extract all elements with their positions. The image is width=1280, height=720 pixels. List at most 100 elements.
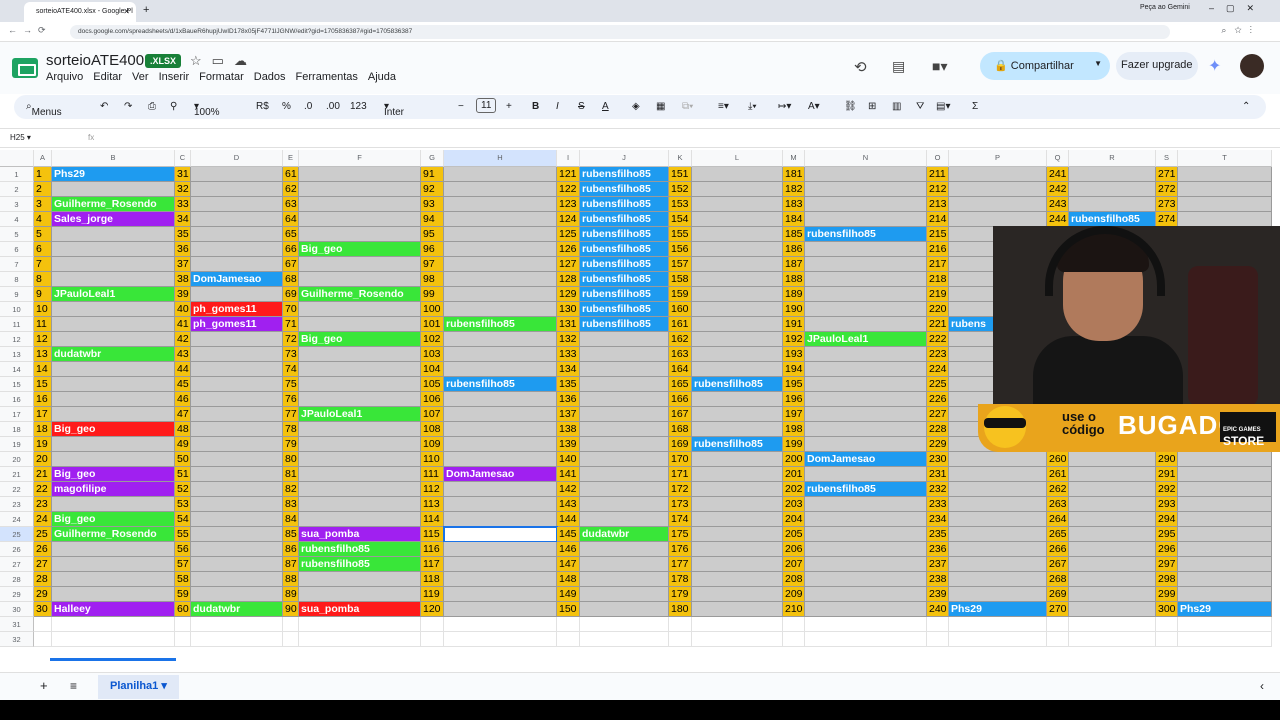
table-cell[interactable] <box>783 617 805 632</box>
table-cell[interactable] <box>805 257 927 272</box>
table-cell[interactable]: 265 <box>1047 527 1069 542</box>
table-cell[interactable]: 108 <box>421 422 444 437</box>
table-cell[interactable]: 13 <box>34 347 52 362</box>
table-cell[interactable]: 215 <box>927 227 949 242</box>
table-cell[interactable]: 220 <box>927 302 949 317</box>
table-cell[interactable]: 2 <box>34 182 52 197</box>
table-cell[interactable]: 268 <box>1047 572 1069 587</box>
table-cell[interactable] <box>580 467 669 482</box>
table-cell[interactable] <box>927 617 949 632</box>
share-button[interactable]: 🔒 Compartilhar ▼ <box>980 52 1110 80</box>
table-cell[interactable] <box>444 362 557 377</box>
table-cell[interactable]: rubensfilho85 <box>580 197 669 212</box>
table-cell[interactable]: 144 <box>557 512 580 527</box>
table-cell[interactable]: 59 <box>175 587 191 602</box>
table-cell[interactable]: 174 <box>669 512 692 527</box>
table-cell[interactable] <box>1156 632 1178 647</box>
table-cell[interactable]: 82 <box>283 482 299 497</box>
table-cell[interactable] <box>1069 497 1156 512</box>
table-cell[interactable]: 159 <box>669 287 692 302</box>
table-cell[interactable]: 183 <box>783 197 805 212</box>
table-cell[interactable] <box>580 542 669 557</box>
table-cell[interactable] <box>949 572 1047 587</box>
table-cell[interactable]: 214 <box>927 212 949 227</box>
browser-actions[interactable]: ⌕☆⋮ <box>1221 25 1260 36</box>
table-cell[interactable]: 242 <box>1047 182 1069 197</box>
row-header[interactable]: 8 <box>0 272 34 287</box>
column-header-m[interactable]: M <box>783 150 805 167</box>
table-cell[interactable] <box>805 197 927 212</box>
table-cell[interactable]: 290 <box>1156 452 1178 467</box>
table-cell[interactable] <box>191 422 283 437</box>
table-cell[interactable]: Big_geo <box>299 332 421 347</box>
table-cell[interactable]: 230 <box>927 452 949 467</box>
table-cell[interactable]: 157 <box>669 257 692 272</box>
table-cell[interactable]: 168 <box>669 422 692 437</box>
row-header[interactable]: 29 <box>0 587 34 602</box>
table-cell[interactable] <box>444 617 557 632</box>
comments-icon[interactable]: ▤ <box>892 58 905 75</box>
table-cell[interactable] <box>580 572 669 587</box>
table-cell[interactable]: 272 <box>1156 182 1178 197</box>
menu-ferramentas[interactable]: Ferramentas <box>296 71 358 83</box>
column-header-o[interactable]: O <box>927 150 949 167</box>
table-cell[interactable]: 78 <box>283 422 299 437</box>
table-cell[interactable]: 218 <box>927 272 949 287</box>
table-cell[interactable] <box>580 362 669 377</box>
table-cell[interactable]: 87 <box>283 557 299 572</box>
table-cell[interactable] <box>299 377 421 392</box>
document-title[interactable]: sorteioATE400 <box>46 52 144 69</box>
table-cell[interactable] <box>299 482 421 497</box>
table-cell[interactable] <box>927 632 949 647</box>
table-cell[interactable]: Halleey <box>52 602 175 617</box>
table-cell[interactable] <box>191 557 283 572</box>
table-cell[interactable]: rubensfilho85 <box>1069 212 1156 227</box>
table-cell[interactable]: 65 <box>283 227 299 242</box>
table-cell[interactable] <box>444 587 557 602</box>
table-cell[interactable] <box>1069 167 1156 182</box>
table-cell[interactable]: 53 <box>175 497 191 512</box>
avatar[interactable] <box>1240 54 1264 78</box>
table-cell[interactable]: 57 <box>175 557 191 572</box>
table-cell[interactable]: Phs29 <box>949 602 1047 617</box>
table-cell[interactable]: 81 <box>283 467 299 482</box>
table-cell[interactable] <box>52 497 175 512</box>
table-cell[interactable]: 92 <box>421 182 444 197</box>
table-cell[interactable]: 119 <box>421 587 444 602</box>
table-cell[interactable] <box>692 632 783 647</box>
row-header[interactable]: 21 <box>0 467 34 482</box>
select-all-corner[interactable] <box>0 150 34 167</box>
table-cell[interactable]: 79 <box>283 437 299 452</box>
table-cell[interactable] <box>805 392 927 407</box>
window-controls[interactable]: –▢✕ <box>1209 3 1266 14</box>
table-cell[interactable] <box>805 302 927 317</box>
table-cell[interactable] <box>52 242 175 257</box>
table-cell[interactable]: 152 <box>669 182 692 197</box>
table-cell[interactable]: 103 <box>421 347 444 362</box>
table-cell[interactable] <box>1069 512 1156 527</box>
insert-chart-icon[interactable]: ▥ <box>892 101 901 112</box>
paint-format-icon[interactable]: ⚲ <box>170 101 177 112</box>
table-cell[interactable] <box>805 497 927 512</box>
table-cell[interactable] <box>444 572 557 587</box>
menu-dados[interactable]: Dados <box>254 71 286 83</box>
table-cell[interactable] <box>191 497 283 512</box>
fill-color-icon[interactable]: ◈ <box>632 101 640 112</box>
table-cell[interactable]: 266 <box>1047 542 1069 557</box>
table-cell[interactable]: 153 <box>669 197 692 212</box>
table-cell[interactable]: 233 <box>927 497 949 512</box>
table-cell[interactable]: 120 <box>421 602 444 617</box>
table-cell[interactable]: 137 <box>557 407 580 422</box>
table-cell[interactable]: 192 <box>783 332 805 347</box>
table-cell[interactable] <box>805 407 927 422</box>
table-cell[interactable] <box>692 272 783 287</box>
table-cell[interactable]: 100 <box>421 302 444 317</box>
table-cell[interactable] <box>805 362 927 377</box>
table-cell[interactable]: 213 <box>927 197 949 212</box>
table-cell[interactable] <box>949 557 1047 572</box>
table-cell[interactable]: 184 <box>783 212 805 227</box>
table-cell[interactable]: 240 <box>927 602 949 617</box>
table-cell[interactable] <box>949 587 1047 602</box>
table-cell[interactable] <box>669 632 692 647</box>
table-cell[interactable]: 9 <box>34 287 52 302</box>
